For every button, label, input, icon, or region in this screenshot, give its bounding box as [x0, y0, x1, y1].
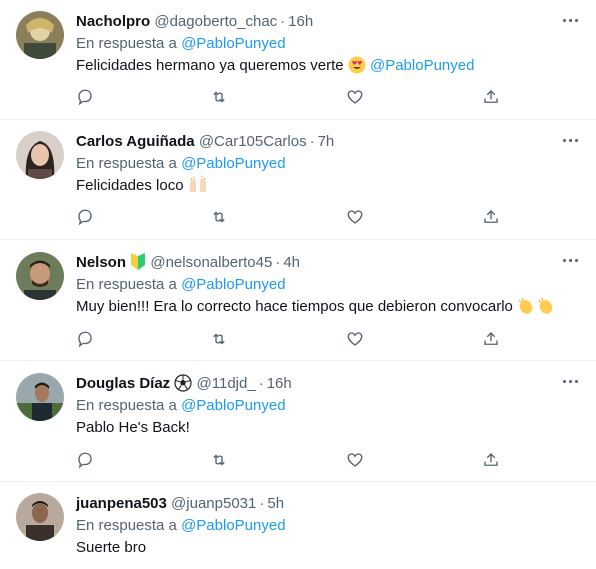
avatar[interactable] — [16, 493, 64, 541]
replying-to-label: En respuesta a — [76, 276, 177, 293]
replying-to-label: En respuesta a — [76, 155, 177, 172]
tweet-text: Felicidades hermano ya queremos verte — [76, 57, 344, 74]
retweet-icon[interactable] — [208, 206, 230, 228]
display-name[interactable]: Douglas Díaz — [76, 375, 170, 392]
more-options-icon[interactable] — [558, 10, 582, 30]
more-options-icon[interactable] — [558, 250, 582, 270]
like-heart-icon[interactable] — [344, 449, 366, 471]
timestamp[interactable]: 16h — [288, 13, 313, 30]
reply-feed: Nacholpro @dagoberto_chac · 16h En respues… — [0, 0, 596, 569]
user-handle[interactable]: @Car105Carlos — [199, 133, 307, 150]
tweet-text: Muy bien!!! Era lo correcto hace tiempos… — [76, 298, 513, 315]
user-handle[interactable]: @11djd_ — [197, 375, 256, 392]
more-options-icon[interactable] — [558, 371, 582, 391]
separator-dot: · — [259, 495, 265, 512]
avatar[interactable] — [16, 11, 64, 59]
retweet-icon[interactable] — [208, 86, 230, 108]
user-handle[interactable]: @juanp5031 — [171, 495, 256, 512]
avatar[interactable] — [16, 131, 64, 179]
raised-hands-emoji — [188, 176, 208, 201]
clapping-hands-emoji — [517, 297, 555, 322]
tweet-text: Felicidades loco — [76, 177, 184, 194]
heart-eyes-emoji — [348, 56, 366, 81]
like-heart-icon[interactable] — [344, 86, 366, 108]
display-name[interactable]: Carlos Aguiñada — [76, 133, 195, 150]
tweet-text: Suerte bro — [76, 539, 147, 556]
share-icon[interactable] — [480, 328, 502, 350]
like-heart-icon[interactable] — [344, 206, 366, 228]
reply-to-mention[interactable]: @PabloPunyed — [181, 397, 285, 414]
separator-dot: · — [258, 375, 264, 392]
tweet-text: Pablo He's Back! — [76, 419, 190, 436]
replying-to-label: En respuesta a — [76, 397, 177, 414]
reply-tweet[interactable]: Nelson @nelsonalberto45 · 4h En respuesta … — [0, 240, 596, 361]
user-handle[interactable]: @nelsonalberto45 — [150, 254, 272, 271]
timestamp[interactable]: 7h — [318, 133, 335, 150]
reply-to-mention[interactable]: @PabloPunyed — [181, 35, 285, 52]
share-icon[interactable] — [480, 86, 502, 108]
like-heart-icon[interactable] — [344, 328, 366, 350]
display-name[interactable]: juanpena503 — [76, 495, 167, 512]
reply-icon[interactable] — [74, 449, 96, 471]
separator-dot: · — [309, 133, 315, 150]
more-options-icon[interactable] — [558, 130, 582, 150]
avatar[interactable] — [16, 252, 64, 300]
replying-to-label: En respuesta a — [76, 35, 177, 52]
timestamp[interactable]: 16h — [267, 375, 292, 392]
reply-to-mention[interactable]: @PabloPunyed — [181, 517, 285, 534]
separator-dot: · — [275, 254, 281, 271]
reply-icon[interactable] — [74, 86, 96, 108]
text-mention[interactable]: @PabloPunyed — [370, 57, 474, 74]
separator-dot: · — [280, 13, 286, 30]
reply-tweet[interactable]: juanpena503 @juanp5031 · 5h En respuesta a… — [0, 482, 596, 569]
user-handle[interactable]: @dagoberto_chac — [154, 13, 277, 30]
reply-tweet[interactable]: Nacholpro @dagoberto_chac · 16h En respues… — [0, 0, 596, 120]
retweet-icon[interactable] — [208, 449, 230, 471]
reply-to-mention[interactable]: @PabloPunyed — [181, 276, 285, 293]
reply-tweet[interactable]: Carlos Aguiñada @Car105Carlos · 7h En resp… — [0, 120, 596, 240]
share-icon[interactable] — [480, 449, 502, 471]
reply-tweet[interactable]: Douglas Díaz @11djd_ · 16h En respuesta a … — [0, 361, 596, 482]
display-name[interactable]: Nelson — [76, 254, 126, 271]
avatar[interactable] — [16, 373, 64, 421]
replying-to-label: En respuesta a — [76, 517, 177, 534]
reply-icon[interactable] — [74, 206, 96, 228]
retweet-icon[interactable] — [208, 328, 230, 350]
timestamp[interactable]: 4h — [283, 254, 300, 271]
reply-to-mention[interactable]: @PabloPunyed — [181, 155, 285, 172]
share-icon[interactable] — [480, 206, 502, 228]
timestamp[interactable]: 5h — [267, 495, 284, 512]
display-name[interactable]: Nacholpro — [76, 13, 150, 30]
reply-icon[interactable] — [74, 328, 96, 350]
